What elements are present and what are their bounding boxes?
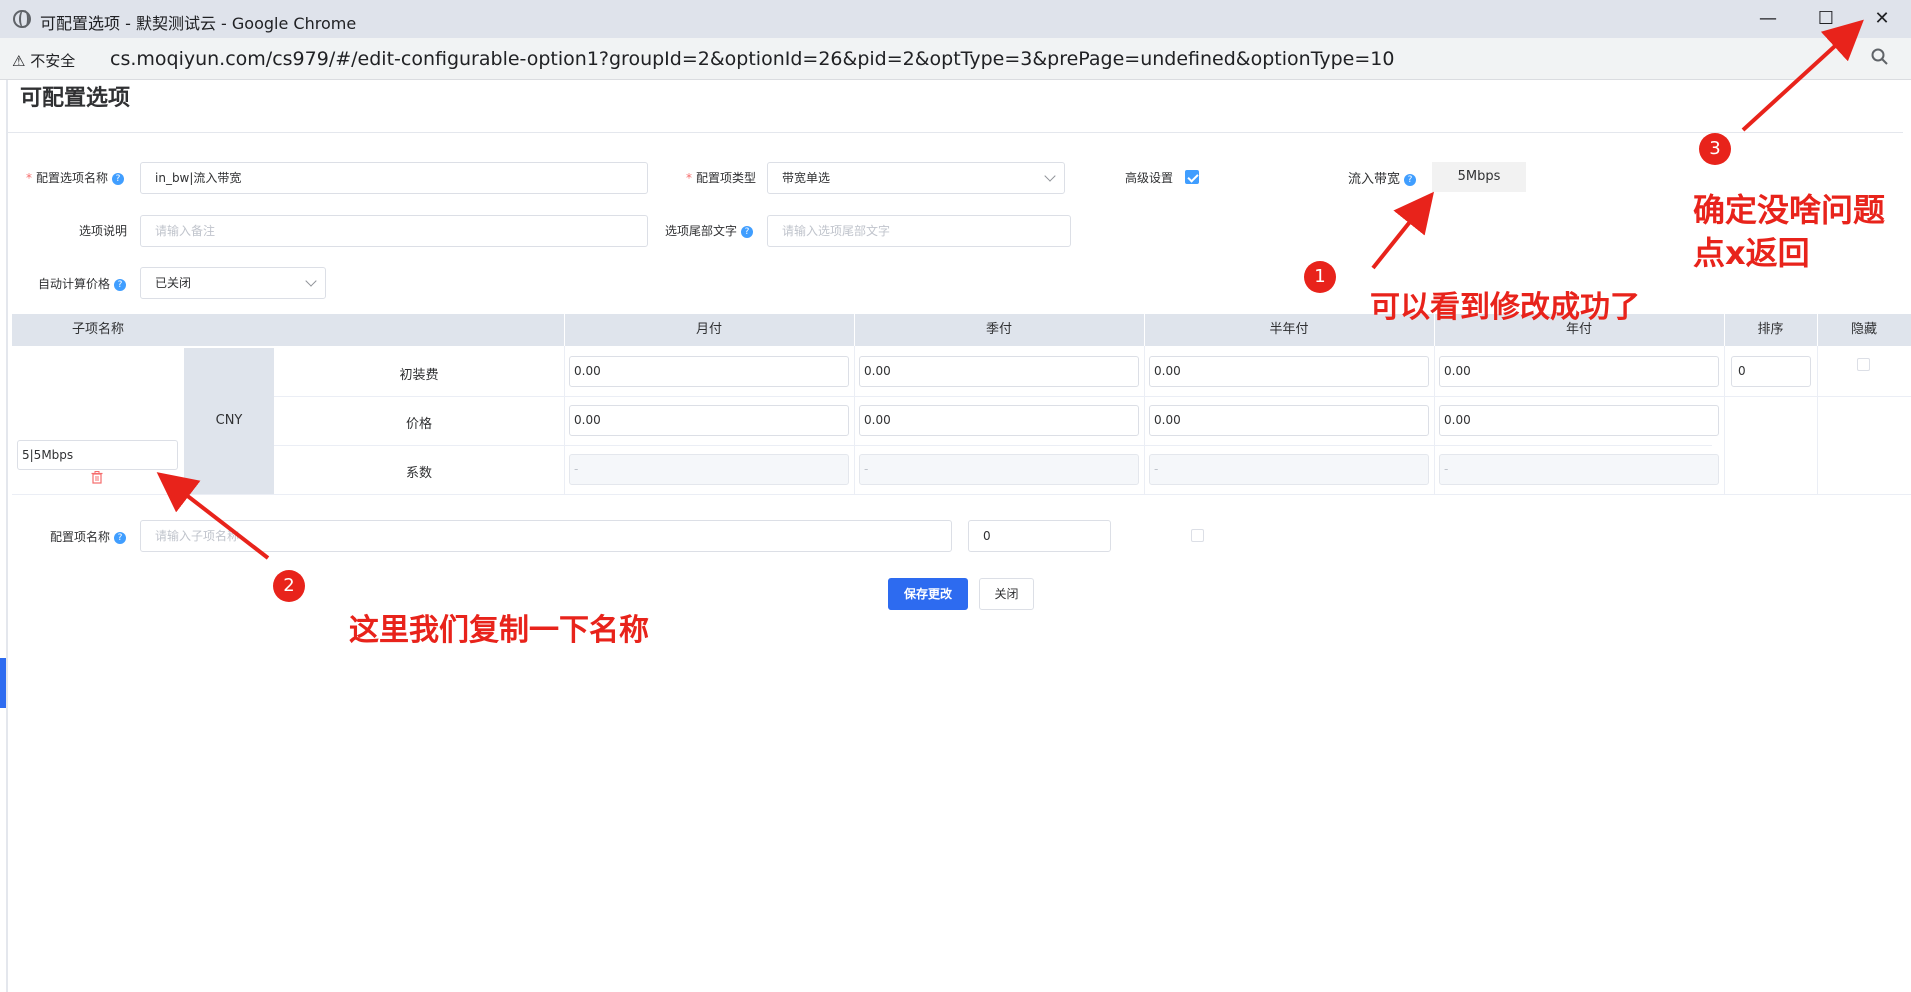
annotation-text-2: 这里我们复制一下名称 [349,613,649,648]
arrow-2 [156,472,270,560]
annotation-text-3a: 确定没啥问题 [1693,191,1886,229]
annotation-badge-1: 1 [1304,261,1336,293]
annotation-badge-2: 2 [273,570,305,602]
annotation-text-1: 可以看到修改成功了 [1370,290,1640,325]
annotation-text-3b: 点x返回 [1693,234,1810,272]
annotation-arrows [156,19,1864,560]
arrow-1 [1371,191,1434,270]
annotation-badge-3: 3 [1699,133,1731,165]
arrow-3 [1741,19,1864,132]
